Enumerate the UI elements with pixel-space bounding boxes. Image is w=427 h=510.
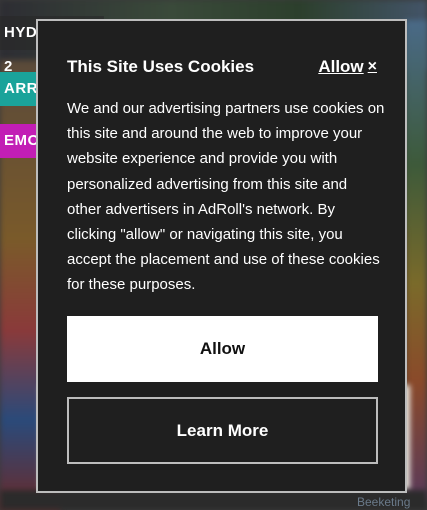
- close-icon[interactable]: ×: [368, 58, 377, 76]
- modal-header: This Site Uses Cookies Allow ×: [67, 55, 377, 79]
- header-allow-link[interactable]: Allow ×: [318, 57, 377, 77]
- modal-body-text: We and our advertising partners use cook…: [67, 100, 385, 294]
- header-allow-label: Allow: [318, 57, 364, 76]
- learn-more-button[interactable]: Learn More: [67, 397, 378, 464]
- cookie-consent-modal: This Site Uses Cookies Allow × We and ou…: [36, 19, 407, 493]
- allow-button[interactable]: Allow: [67, 316, 378, 382]
- footer-credit: Beeketing: [357, 495, 411, 509]
- modal-title: This Site Uses Cookies: [67, 57, 255, 76]
